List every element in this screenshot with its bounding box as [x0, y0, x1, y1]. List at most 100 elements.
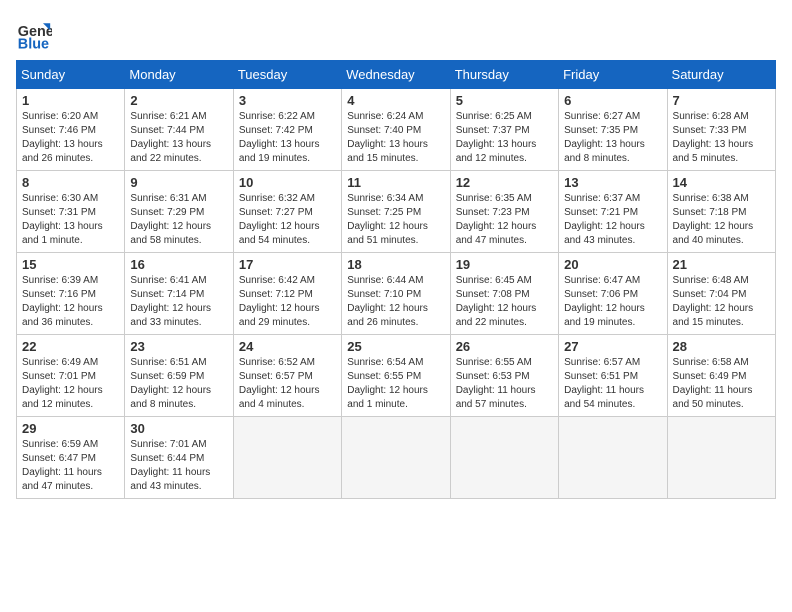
day-info: Sunrise: 6:54 AMSunset: 6:55 PMDaylight:…: [347, 356, 444, 412]
calendar-day-cell: [559, 417, 667, 499]
day-info: Sunrise: 6:47 AMSunset: 7:06 PMDaylight:…: [564, 274, 661, 330]
calendar-day-cell: 19 Sunrise: 6:45 AMSunset: 7:08 PMDayligh…: [450, 253, 558, 335]
calendar-day-cell: 13 Sunrise: 6:37 AMSunset: 7:21 PMDayligh…: [559, 171, 667, 253]
day-info: Sunrise: 6:30 AMSunset: 7:31 PMDaylight:…: [22, 192, 119, 248]
day-info: Sunrise: 6:37 AMSunset: 7:21 PMDaylight:…: [564, 192, 661, 248]
calendar-day-cell: 25 Sunrise: 6:54 AMSunset: 6:55 PMDayligh…: [342, 335, 450, 417]
day-info: Sunrise: 6:59 AMSunset: 6:47 PMDaylight:…: [22, 438, 119, 494]
calendar-day-cell: [342, 417, 450, 499]
calendar-day-cell: 18 Sunrise: 6:44 AMSunset: 7:10 PMDayligh…: [342, 253, 450, 335]
day-info: Sunrise: 7:01 AMSunset: 6:44 PMDaylight:…: [130, 438, 227, 494]
day-number: 16: [130, 257, 227, 272]
day-number: 11: [347, 175, 444, 190]
calendar-header-row: SundayMondayTuesdayWednesdayThursdayFrid…: [17, 61, 776, 89]
day-number: 15: [22, 257, 119, 272]
day-info: Sunrise: 6:24 AMSunset: 7:40 PMDaylight:…: [347, 110, 444, 166]
day-number: 21: [673, 257, 770, 272]
calendar-day-cell: 29Sunrise: 6:59 AMSunset: 6:47 PMDayligh…: [17, 417, 125, 499]
day-number: 14: [673, 175, 770, 190]
day-number: 8: [22, 175, 119, 190]
day-number: 9: [130, 175, 227, 190]
calendar-day-cell: 20 Sunrise: 6:47 AMSunset: 7:06 PMDayligh…: [559, 253, 667, 335]
calendar-day-cell: 6Sunrise: 6:27 AMSunset: 7:35 PMDaylight…: [559, 89, 667, 171]
calendar-day-cell: 22Sunrise: 6:49 AMSunset: 7:01 PMDayligh…: [17, 335, 125, 417]
calendar-day-cell: 30 Sunrise: 7:01 AMSunset: 6:44 PMDayligh…: [125, 417, 233, 499]
day-info: Sunrise: 6:21 AMSunset: 7:44 PMDaylight:…: [130, 110, 227, 166]
calendar: SundayMondayTuesdayWednesdayThursdayFrid…: [16, 60, 776, 499]
day-info: Sunrise: 6:58 AMSunset: 6:49 PMDaylight:…: [673, 356, 770, 412]
day-number: 10: [239, 175, 336, 190]
day-info: Sunrise: 6:41 AMSunset: 7:14 PMDaylight:…: [130, 274, 227, 330]
day-number: 6: [564, 93, 661, 108]
day-number: 1: [22, 93, 119, 108]
day-number: 20: [564, 257, 661, 272]
day-info: Sunrise: 6:39 AMSunset: 7:16 PMDaylight:…: [22, 274, 119, 330]
logo: General Blue: [16, 16, 56, 52]
day-number: 19: [456, 257, 553, 272]
day-header-saturday: Saturday: [667, 61, 775, 89]
calendar-week-row: 15 Sunrise: 6:39 AMSunset: 7:16 PMDayligh…: [17, 253, 776, 335]
day-info: Sunrise: 6:35 AMSunset: 7:23 PMDaylight:…: [456, 192, 553, 248]
day-info: Sunrise: 6:45 AMSunset: 7:08 PMDaylight:…: [456, 274, 553, 330]
calendar-week-row: 1 Sunrise: 6:20 AMSunset: 7:46 PMDaylight…: [17, 89, 776, 171]
calendar-day-cell: 9 Sunrise: 6:31 AMSunset: 7:29 PMDaylight…: [125, 171, 233, 253]
day-number: 12: [456, 175, 553, 190]
calendar-day-cell: [450, 417, 558, 499]
calendar-day-cell: 7 Sunrise: 6:28 AMSunset: 7:33 PMDaylight…: [667, 89, 775, 171]
day-header-tuesday: Tuesday: [233, 61, 341, 89]
calendar-day-cell: 21 Sunrise: 6:48 AMSunset: 7:04 PMDayligh…: [667, 253, 775, 335]
day-number: 28: [673, 339, 770, 354]
day-number: 3: [239, 93, 336, 108]
day-number: 2: [130, 93, 227, 108]
calendar-day-cell: [667, 417, 775, 499]
day-info: Sunrise: 6:51 AMSunset: 6:59 PMDaylight:…: [130, 356, 227, 412]
day-number: 22: [22, 339, 119, 354]
day-number: 26: [456, 339, 553, 354]
day-header-sunday: Sunday: [17, 61, 125, 89]
day-number: 5: [456, 93, 553, 108]
day-header-friday: Friday: [559, 61, 667, 89]
day-number: 17: [239, 257, 336, 272]
day-info: Sunrise: 6:57 AMSunset: 6:51 PMDaylight:…: [564, 356, 661, 412]
day-number: 27: [564, 339, 661, 354]
day-number: 13: [564, 175, 661, 190]
day-number: 30: [130, 421, 227, 436]
calendar-day-cell: [233, 417, 341, 499]
calendar-day-cell: 26 Sunrise: 6:55 AMSunset: 6:53 PMDayligh…: [450, 335, 558, 417]
day-header-monday: Monday: [125, 61, 233, 89]
calendar-week-row: 8 Sunrise: 6:30 AMSunset: 7:31 PMDaylight…: [17, 171, 776, 253]
calendar-day-cell: 10 Sunrise: 6:32 AMSunset: 7:27 PMDayligh…: [233, 171, 341, 253]
calendar-day-cell: 28 Sunrise: 6:58 AMSunset: 6:49 PMDayligh…: [667, 335, 775, 417]
day-number: 24: [239, 339, 336, 354]
day-info: Sunrise: 6:52 AMSunset: 6:57 PMDaylight:…: [239, 356, 336, 412]
day-header-thursday: Thursday: [450, 61, 558, 89]
day-info: Sunrise: 6:44 AMSunset: 7:10 PMDaylight:…: [347, 274, 444, 330]
day-info: Sunrise: 6:28 AMSunset: 7:33 PMDaylight:…: [673, 110, 770, 166]
calendar-day-cell: 17 Sunrise: 6:42 AMSunset: 7:12 PMDayligh…: [233, 253, 341, 335]
day-info: Sunrise: 6:32 AMSunset: 7:27 PMDaylight:…: [239, 192, 336, 248]
day-number: 4: [347, 93, 444, 108]
day-info: Sunrise: 6:20 AMSunset: 7:46 PMDaylight:…: [22, 110, 119, 166]
calendar-day-cell: 8 Sunrise: 6:30 AMSunset: 7:31 PMDaylight…: [17, 171, 125, 253]
calendar-week-row: 29Sunrise: 6:59 AMSunset: 6:47 PMDayligh…: [17, 417, 776, 499]
day-info: Sunrise: 6:42 AMSunset: 7:12 PMDaylight:…: [239, 274, 336, 330]
calendar-day-cell: 11Sunrise: 6:34 AMSunset: 7:25 PMDayligh…: [342, 171, 450, 253]
calendar-day-cell: 24 Sunrise: 6:52 AMSunset: 6:57 PMDayligh…: [233, 335, 341, 417]
day-info: Sunrise: 6:55 AMSunset: 6:53 PMDaylight:…: [456, 356, 553, 412]
day-info: Sunrise: 6:48 AMSunset: 7:04 PMDaylight:…: [673, 274, 770, 330]
day-info: Sunrise: 6:31 AMSunset: 7:29 PMDaylight:…: [130, 192, 227, 248]
day-info: Sunrise: 6:38 AMSunset: 7:18 PMDaylight:…: [673, 192, 770, 248]
calendar-day-cell: 5Sunrise: 6:25 AMSunset: 7:37 PMDaylight…: [450, 89, 558, 171]
calendar-day-cell: 1 Sunrise: 6:20 AMSunset: 7:46 PMDaylight…: [17, 89, 125, 171]
calendar-day-cell: 2 Sunrise: 6:21 AMSunset: 7:44 PMDaylight…: [125, 89, 233, 171]
calendar-day-cell: 16 Sunrise: 6:41 AMSunset: 7:14 PMDayligh…: [125, 253, 233, 335]
day-header-wednesday: Wednesday: [342, 61, 450, 89]
day-number: 18: [347, 257, 444, 272]
calendar-week-row: 22Sunrise: 6:49 AMSunset: 7:01 PMDayligh…: [17, 335, 776, 417]
day-number: 25: [347, 339, 444, 354]
day-info: Sunrise: 6:22 AMSunset: 7:42 PMDaylight:…: [239, 110, 336, 166]
day-number: 7: [673, 93, 770, 108]
calendar-day-cell: 15 Sunrise: 6:39 AMSunset: 7:16 PMDayligh…: [17, 253, 125, 335]
calendar-day-cell: 23Sunrise: 6:51 AMSunset: 6:59 PMDayligh…: [125, 335, 233, 417]
calendar-day-cell: 3 Sunrise: 6:22 AMSunset: 7:42 PMDaylight…: [233, 89, 341, 171]
